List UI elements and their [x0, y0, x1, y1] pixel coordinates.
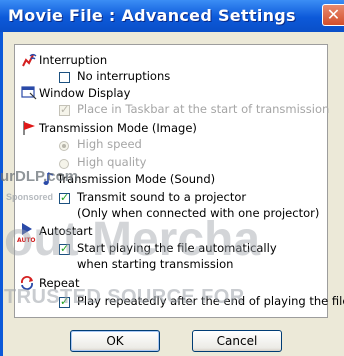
window-title: Movie File : Advanced Settings [8, 6, 296, 25]
window-border [0, 32, 3, 356]
cancel-button[interactable]: Cancel [192, 330, 282, 352]
transmission-sound-heading: Transmission Mode (Sound) [57, 172, 216, 186]
taskbar-checkbox[interactable] [59, 103, 70, 116]
high-quality-label[interactable]: High quality [77, 155, 146, 169]
title-bar[interactable]: Movie File : Advanced Settings ✕ [0, 0, 344, 32]
watermark-line4: TRUSTED SOURCE FOR [4, 286, 245, 308]
watermark-line1: urDLP.com [0, 168, 79, 185]
window-display-icon [21, 86, 37, 100]
window-display-heading: Window Display [39, 86, 131, 100]
watermark-line2: Sponsored [6, 192, 54, 202]
ok-button[interactable]: OK [70, 330, 160, 352]
watermark-line3: out Mercha [4, 213, 261, 266]
high-speed-radio[interactable] [59, 141, 69, 151]
transmit-sound-label[interactable]: Transmit sound to a projector [77, 190, 246, 204]
transmission-image-heading: Transmission Mode (Image) [39, 121, 197, 135]
taskbar-label[interactable]: Place in Taskbar at the start of transmi… [77, 102, 329, 116]
dialog-window: Movie File : Advanced Settings ✕ Interru… [0, 0, 344, 356]
no-interruptions-label[interactable]: No interruptions [77, 69, 170, 83]
interruption-icon [22, 53, 37, 67]
close-button[interactable]: ✕ [322, 4, 344, 26]
high-speed-label[interactable]: High speed [77, 137, 142, 151]
interruption-heading: Interruption [39, 53, 108, 67]
flag-icon [23, 121, 35, 135]
transmit-sound-checkbox[interactable] [59, 191, 70, 204]
no-interruptions-checkbox[interactable] [59, 72, 70, 83]
